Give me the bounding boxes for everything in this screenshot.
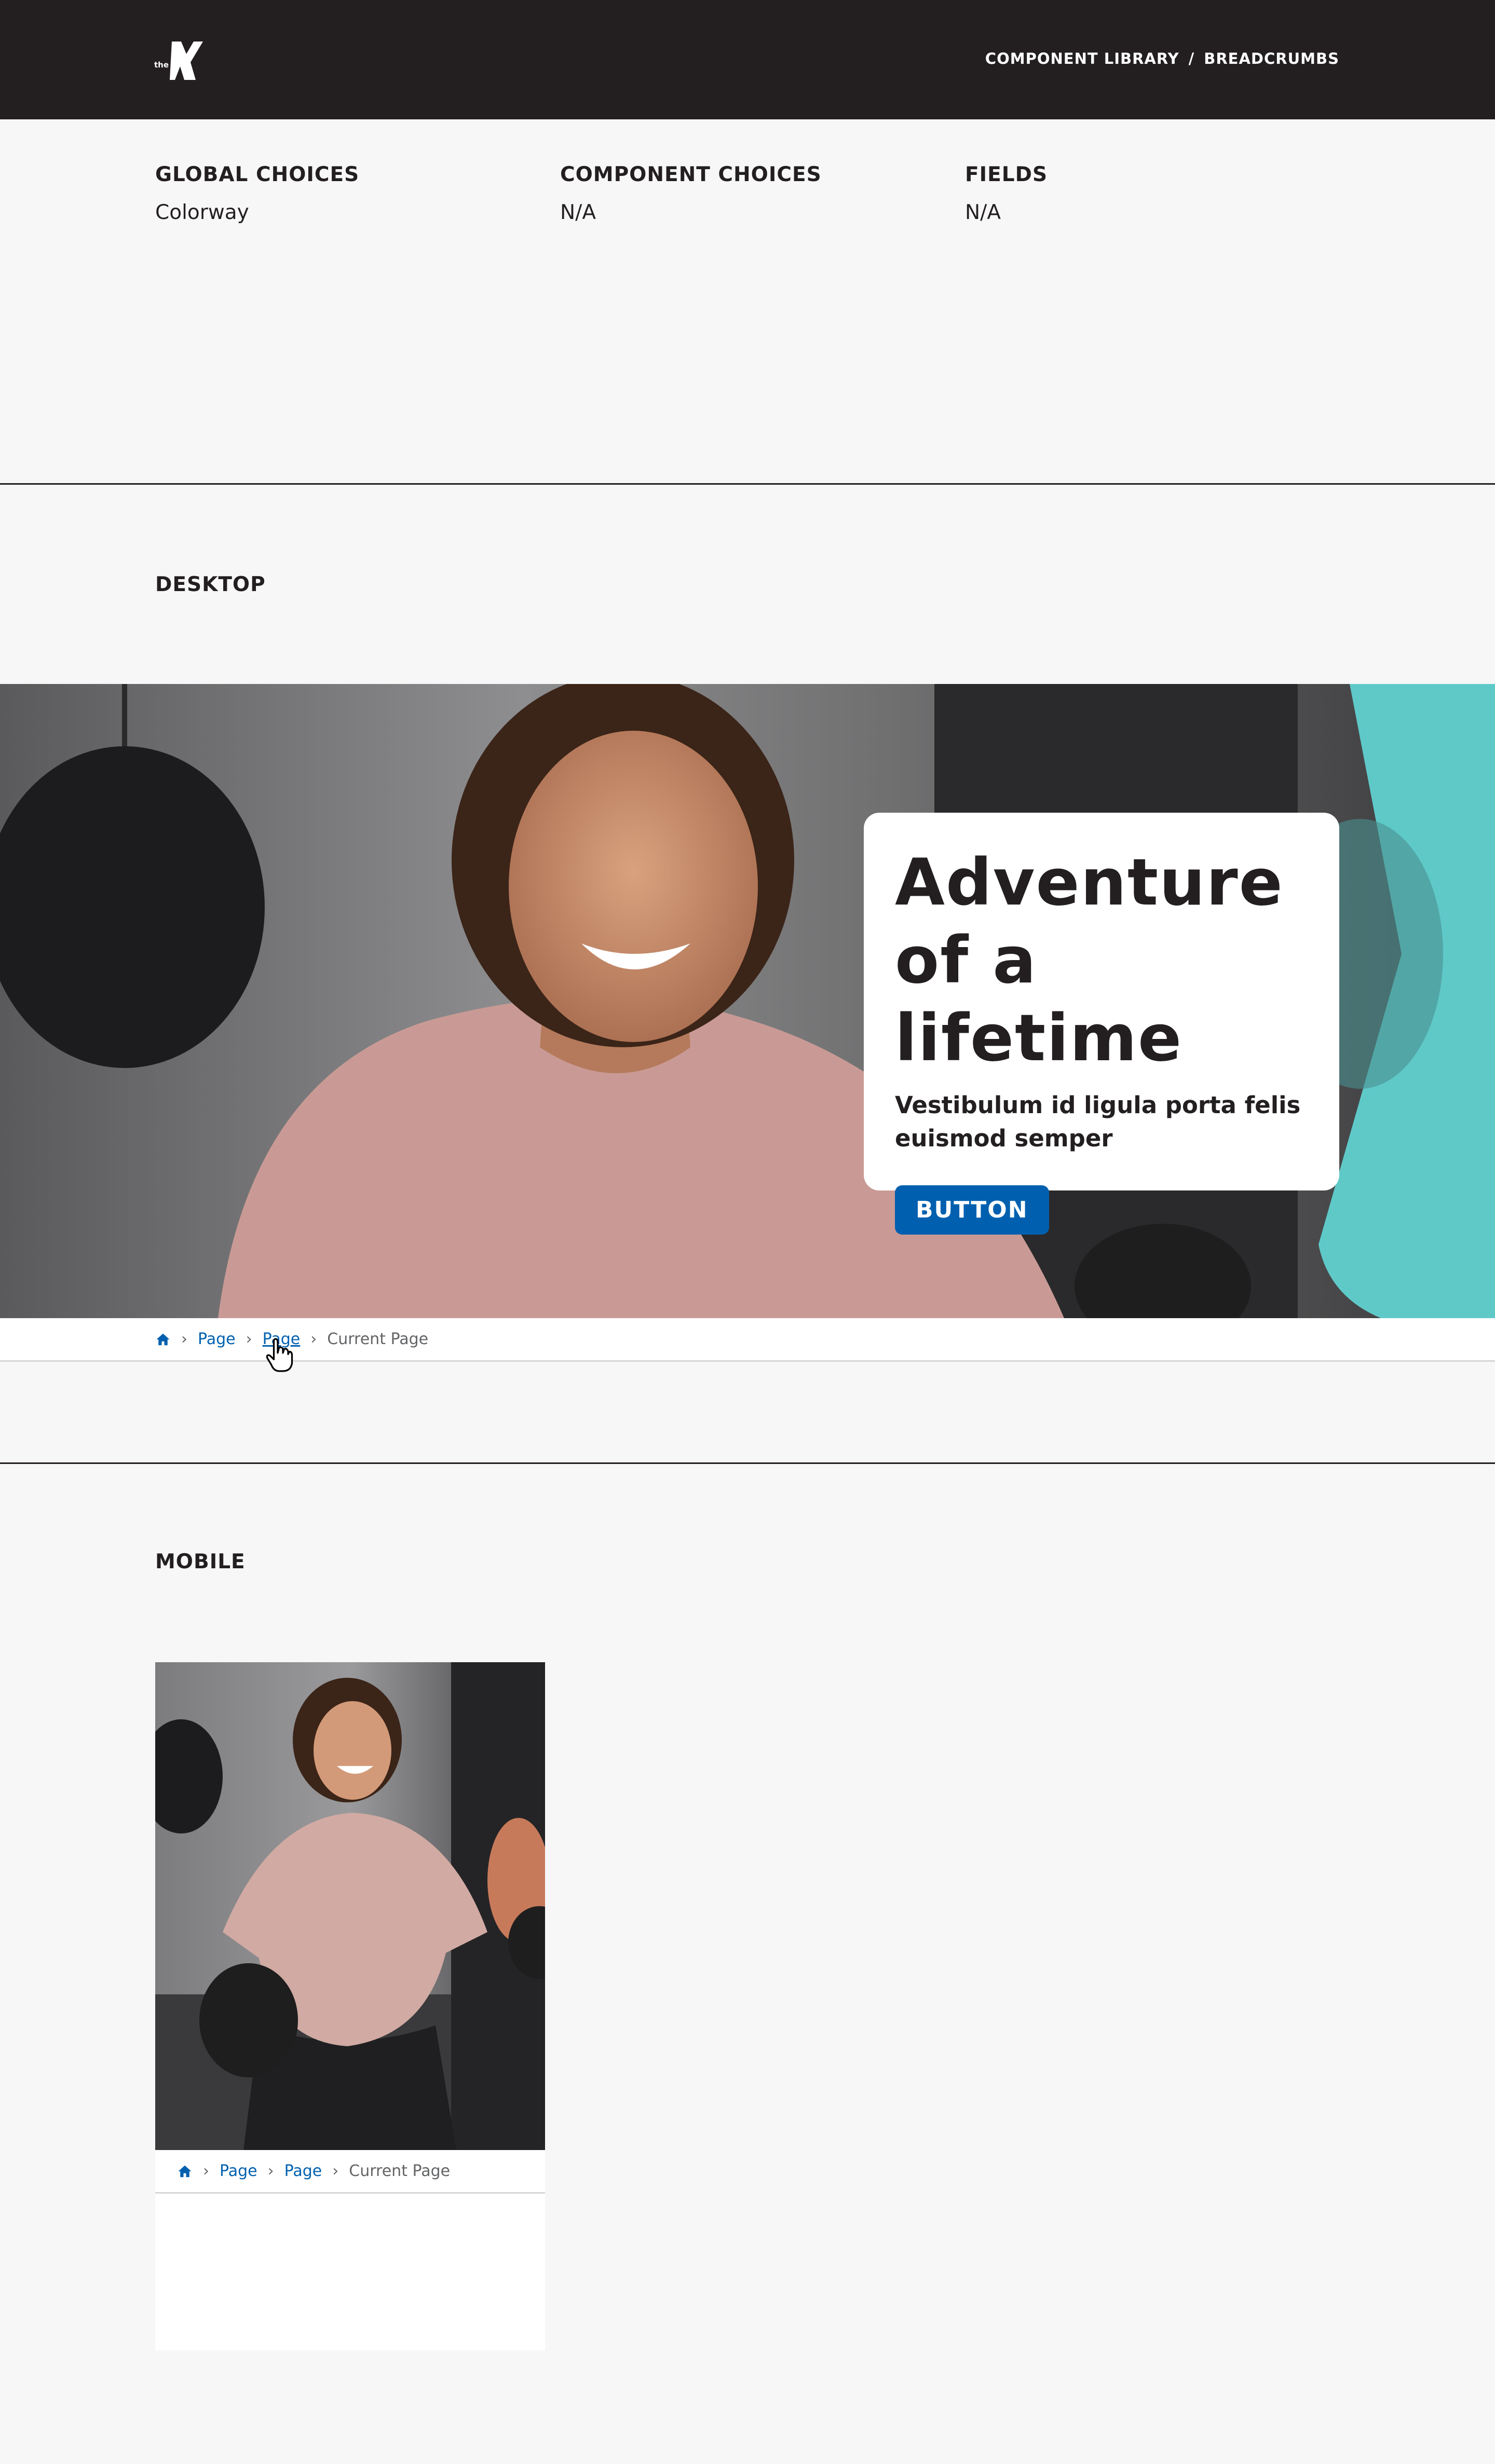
- global-choices-heading: GLOBAL CHOICES: [155, 163, 360, 186]
- breadcrumb-current: Current Page: [327, 1330, 429, 1348]
- mobile-section-label: MOBILE: [155, 1550, 246, 1573]
- global-choices-value: Colorway: [155, 201, 249, 224]
- pointer-hand-cursor-icon: [266, 1338, 293, 1372]
- hero-card: Adventure of a lifetime Vestibulum id li…: [864, 813, 1339, 1235]
- breadcrumb-separator: ›: [181, 1330, 187, 1348]
- component-choices-value: N/A: [560, 201, 596, 224]
- mobile-preview: › Page › Page › Current Page: [155, 1662, 545, 2350]
- nav-current-breadcrumbs[interactable]: BREADCRUMBS: [1204, 50, 1339, 67]
- fields-heading: FIELDS: [965, 163, 1048, 186]
- breadcrumb-link-page-2[interactable]: Page: [284, 2162, 322, 2180]
- svg-text:the: the: [154, 60, 169, 70]
- hero-title: Adventure of a lifetime: [895, 845, 1284, 1076]
- breadcrumb-current: Current Page: [349, 2162, 451, 2180]
- home-icon[interactable]: [155, 1332, 171, 1347]
- breadcrumb-separator: ›: [203, 2162, 209, 2180]
- breadcrumb-link-page-1[interactable]: Page: [198, 1330, 236, 1348]
- breadcrumb-link-page-1[interactable]: Page: [220, 2162, 257, 2180]
- top-breadcrumb-nav: COMPONENT LIBRARY / BREADCRUMBS: [985, 50, 1339, 67]
- breadcrumb-separator: ›: [332, 2162, 339, 2180]
- component-choices-heading: COMPONENT CHOICES: [560, 163, 822, 186]
- section-divider: [0, 1462, 1495, 1464]
- site-header: the COMPONENT LIBRARY / BREADCRUMBS: [0, 0, 1495, 119]
- desktop-section-label: DESKTOP: [155, 573, 266, 596]
- mobile-hero-photo: [155, 1662, 545, 2150]
- component-choices: COMPONENT CHOICES N/A: [560, 163, 822, 224]
- hero-subtitle: Vestibulum id ligula porta felis euismod…: [895, 1091, 1301, 1152]
- breadcrumb-mobile: › Page › Page › Current Page: [155, 2150, 545, 2194]
- nav-component-library-link[interactable]: COMPONENT LIBRARY: [985, 50, 1179, 67]
- nav-separator: /: [1188, 50, 1195, 67]
- breadcrumb-separator: ›: [246, 1330, 252, 1348]
- breadcrumb-separator: ›: [267, 2162, 274, 2180]
- section-divider: [0, 483, 1495, 485]
- fields-choices: FIELDS N/A: [965, 163, 1048, 224]
- breadcrumb-desktop: › Page › Page › Current Page: [0, 1318, 1495, 1362]
- fields-value: N/A: [965, 201, 1001, 224]
- home-icon[interactable]: [177, 2164, 193, 2179]
- breadcrumb-separator: ›: [310, 1330, 317, 1348]
- hero-button[interactable]: BUTTON: [895, 1185, 1049, 1235]
- ymca-logo[interactable]: the: [154, 40, 204, 81]
- global-choices: GLOBAL CHOICES Colorway: [155, 163, 359, 224]
